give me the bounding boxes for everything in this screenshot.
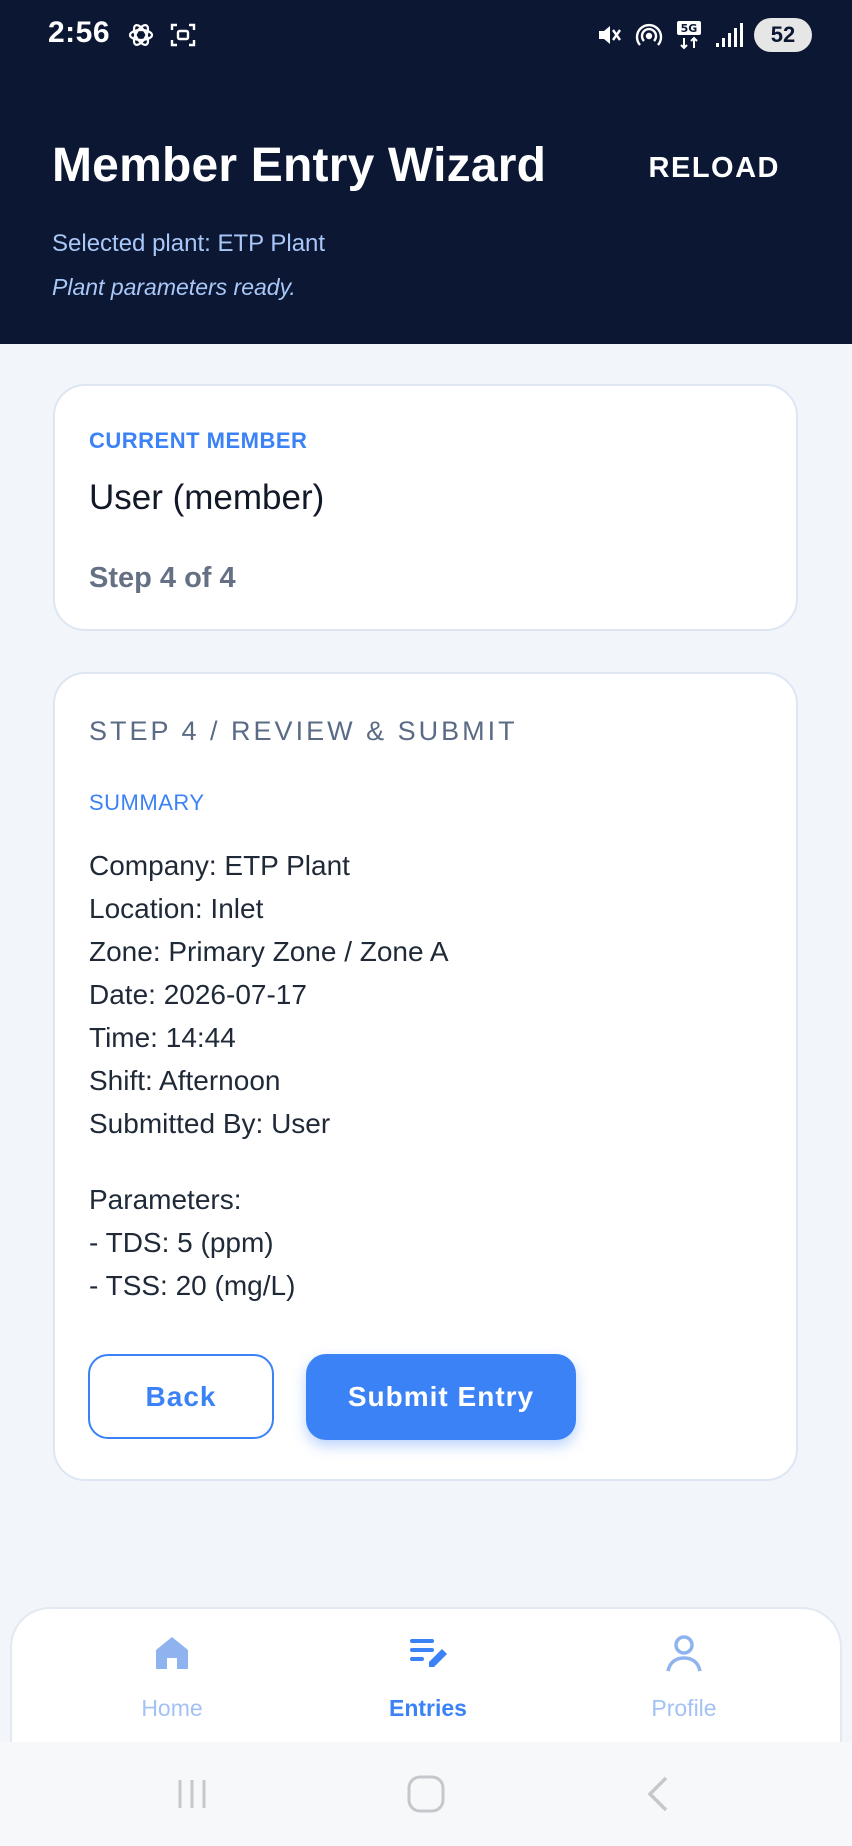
hotspot-icon [634,20,664,50]
mute-icon [594,20,624,50]
review-submit-card: STEP 4 / REVIEW & SUBMIT SUMMARY Company… [53,672,798,1481]
openai-app-icon [126,20,156,50]
nav-item-entries[interactable]: Entries [348,1631,508,1722]
selected-plant-text: Selected plant: ETP Plant [52,230,326,257]
recent-apps-icon[interactable] [170,1772,214,1816]
step-counter: Step 4 of 4 [89,562,236,594]
app-header: 2:56 5G 52 Member Entry Wizard RELOAD Se… [0,0,852,344]
bottom-navigation: Home Entries Profile [10,1607,842,1742]
summary-list: Company: ETP Plant Location: Inlet Zone:… [89,844,449,1145]
nav-item-profile[interactable]: Profile [604,1631,764,1722]
nav-label-profile: Profile [651,1695,717,1721]
page-title: Member Entry Wizard [52,139,547,192]
summary-label: SUMMARY [89,790,205,815]
screenshot-scan-icon [168,20,198,50]
person-icon [666,1635,702,1672]
plant-status-message: Plant parameters ready. [52,274,296,300]
status-left-icons [126,20,198,50]
summary-line: Zone: Primary Zone / Zone A [89,936,449,967]
summary-line: Submitted By: User [89,1108,331,1139]
summary-line: Time: 14:44 [89,1022,236,1053]
parameters-heading: Parameters: [89,1184,242,1215]
reload-button[interactable]: RELOAD [649,152,780,185]
parameters-list: Parameters: - TDS: 5 (ppm) - TSS: 20 (mg… [89,1178,295,1307]
parameter-line: - TDS: 5 (ppm) [89,1227,274,1258]
step-title: STEP 4 / REVIEW & SUBMIT [89,716,518,746]
submit-entry-button[interactable]: Submit Entry [306,1354,576,1440]
parameter-line: - TSS: 20 (mg/L) [89,1270,296,1301]
battery-level: 52 [770,22,796,47]
battery-indicator: 52 [754,18,812,52]
summary-line: Location: Inlet [89,893,264,924]
svg-text:5G: 5G [681,22,698,35]
back-button[interactable]: Back [88,1354,274,1439]
member-name: User (member) [89,478,325,517]
home-button-icon[interactable] [404,1772,448,1816]
system-navigation-bar [0,1742,852,1846]
home-icon [156,1637,188,1669]
current-member-card: CURRENT MEMBER User (member) Step 4 of 4 [53,384,798,631]
5g-icon: 5G [674,20,704,50]
status-time: 2:56 [48,16,111,49]
summary-line: Shift: Afternoon [89,1065,281,1096]
signal-icon [714,20,744,50]
summary-line: Company: ETP Plant [89,850,350,881]
nav-item-home[interactable]: Home [92,1631,252,1722]
current-member-label: CURRENT MEMBER [89,428,308,453]
edit-list-icon [410,1639,447,1667]
back-nav-icon[interactable] [638,1772,682,1816]
status-right-icons: 5G 52 [594,18,812,52]
nav-label-home: Home [141,1695,203,1721]
nav-label-entries: Entries [389,1695,467,1721]
status-bar: 2:56 5G 52 [0,0,852,72]
summary-line: Date: 2026-07-17 [89,979,307,1010]
